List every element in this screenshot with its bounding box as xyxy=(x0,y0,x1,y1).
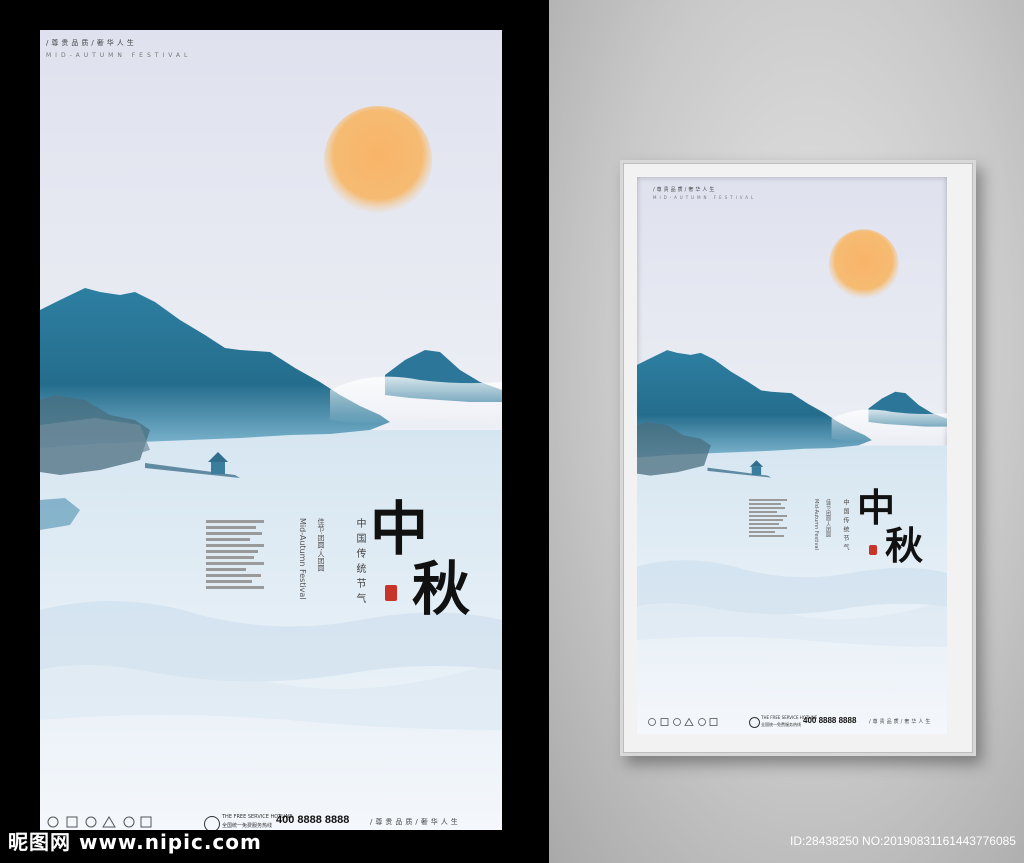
poster-large: /尊贵品质/奢华人生 MID-AUTUMN FESTIVAL Mid-Autum… xyxy=(40,30,502,830)
framed-red-seal xyxy=(869,545,877,555)
poster-hotline-number: 400 8888 8888 xyxy=(276,814,350,826)
poster-text-lines xyxy=(206,520,264,589)
framed-vertical-small-text: 佳节·团圆·人团圆 xyxy=(825,499,831,538)
poster-vertical-english: Mid-Autumn Festival xyxy=(298,518,307,600)
poster-title-char-2: 秋 xyxy=(412,555,471,623)
poster-vertical-small-text: 佳节·团圆·人团圆 xyxy=(317,518,325,572)
framed-tagline: /尊贵品质/奢华人生 xyxy=(653,187,717,193)
framed-hotline-logo-icon xyxy=(749,717,760,728)
framed-vertical-chinese: 中国传统节气 xyxy=(842,499,849,553)
framed-landscape-illustration xyxy=(637,229,947,734)
watermark-logo: 昵图网 www.nipic.com xyxy=(8,830,262,854)
framed-moon xyxy=(828,229,899,300)
framed-hotline-chinese: 全国统一免费服务热线 xyxy=(761,722,801,727)
framed-footer-icons xyxy=(648,717,718,726)
framed-footer-tagline: /尊贵品质/奢华人生 xyxy=(869,719,933,725)
framed-festival-english: MID-AUTUMN FESTIVAL xyxy=(653,195,757,200)
framed-title-char-2: 秋 xyxy=(885,523,924,568)
framed-text-lines xyxy=(749,499,787,537)
moon xyxy=(324,106,432,214)
poster-landscape-illustration xyxy=(40,106,502,830)
watermark-id: ID:28438250 NO:20190831161443776085 xyxy=(790,834,1016,848)
poster-red-seal xyxy=(385,585,397,601)
framed-hotline-number: 400 8888 8888 xyxy=(803,716,857,725)
poster-framed: /尊贵品质/奢华人生 MID-AUTUMN FESTIVAL Mid-Autum… xyxy=(637,177,947,734)
poster-text-block xyxy=(206,520,266,614)
framed-vertical-english: Mid-Autumn Festival xyxy=(813,499,819,550)
poster-festival-english: MID-AUTUMN FESTIVAL xyxy=(46,52,192,59)
poster-footer-tagline: /尊贵品质/奢华人生 xyxy=(370,818,461,826)
poster-vertical-chinese: 中国传统节气 xyxy=(354,518,365,608)
poster-tagline: /尊贵品质/奢华人生 xyxy=(46,39,137,47)
